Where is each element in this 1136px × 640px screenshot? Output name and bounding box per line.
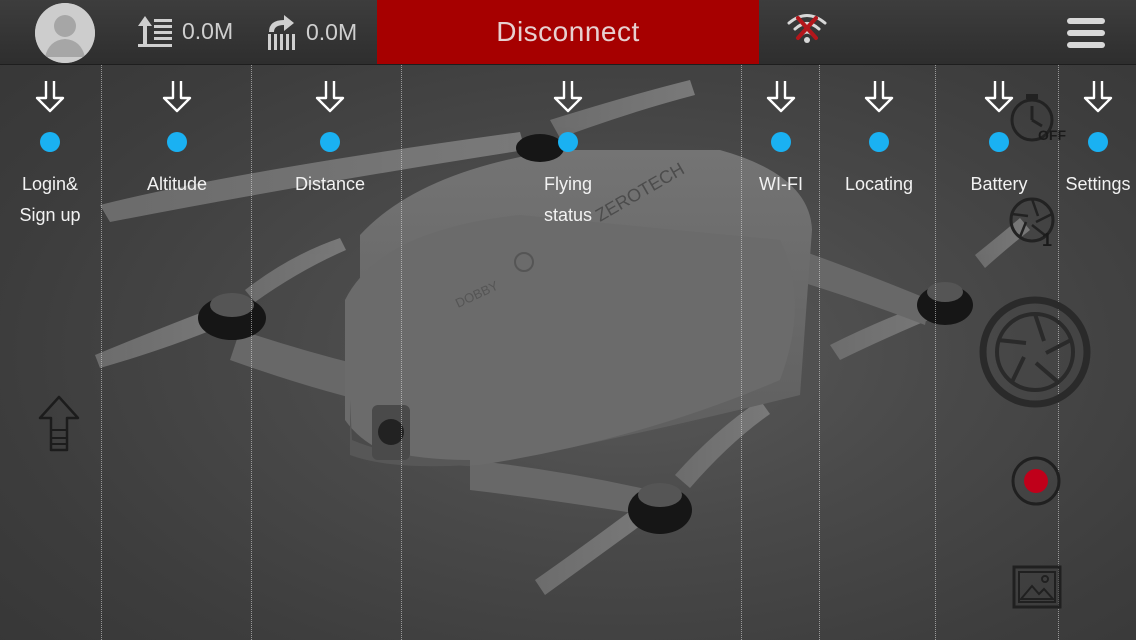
top-status-bar: 0.0M 0.0M Disconnect <box>0 0 1136 65</box>
wifi-status-button[interactable] <box>785 10 829 51</box>
guide-line <box>101 0 102 640</box>
guide-distance: Distance <box>280 78 380 200</box>
guide-dot <box>989 132 1009 152</box>
burst-count: 1 <box>1042 230 1052 250</box>
guide-wifi: WI-FI <box>731 78 831 200</box>
guide-dot <box>1088 132 1108 152</box>
down-arrow-icon <box>766 81 796 113</box>
timer-button[interactable]: OFF <box>1008 92 1070 151</box>
guide-dot <box>320 132 340 152</box>
guide-login: Login& Sign up <box>0 78 100 231</box>
takeoff-button[interactable] <box>36 394 82 459</box>
altitude-value: 0.0M <box>182 17 234 44</box>
guide-dot <box>558 132 578 152</box>
guide-dot <box>40 132 60 152</box>
takeoff-arrow-icon <box>38 395 80 452</box>
down-arrow-icon <box>35 81 65 113</box>
gallery-icon <box>1012 565 1062 609</box>
avatar-button[interactable] <box>35 3 95 63</box>
guide-line <box>401 0 402 640</box>
guide-line <box>935 0 936 640</box>
altitude-readout: 0.0M <box>136 14 233 48</box>
guide-dot <box>771 132 791 152</box>
camera-view: ZEROTECH DOBBY 0.0M 0.0M Disconnect Logi… <box>0 0 1136 640</box>
guide-label: Login& Sign up <box>19 174 81 225</box>
down-arrow-icon <box>864 81 894 113</box>
disconnect-button[interactable]: Disconnect <box>377 0 759 64</box>
settings-menu-button[interactable] <box>1066 17 1110 51</box>
gallery-button[interactable] <box>1012 565 1062 614</box>
distance-readout: 0.0M <box>266 14 357 50</box>
timer-off-icon: OFF <box>1010 94 1066 143</box>
altitude-icon <box>138 16 172 47</box>
user-avatar-icon <box>35 3 95 63</box>
guide-locating: Locating <box>829 78 929 200</box>
down-arrow-icon <box>162 81 192 113</box>
timer-badge: OFF <box>1038 127 1066 143</box>
guide-label: Flying status <box>543 174 593 225</box>
shutter-icon <box>979 296 1091 408</box>
photo-mode-icon: 1 <box>1009 197 1055 250</box>
guide-label: Altitude <box>146 174 208 194</box>
shutter-button[interactable] <box>978 295 1092 414</box>
guide-label: Distance <box>294 174 366 194</box>
record-button[interactable] <box>1010 455 1062 512</box>
down-arrow-icon <box>1083 81 1113 113</box>
guide-label: Locating <box>844 174 914 194</box>
guide-label: WI-FI <box>759 174 803 194</box>
guide-dot <box>869 132 889 152</box>
guide-flying-status: Flying status <box>518 78 618 231</box>
down-arrow-icon <box>315 81 345 113</box>
guide-line <box>251 0 252 640</box>
record-icon <box>1011 456 1061 506</box>
distance-icon <box>268 15 295 50</box>
wifi-disconnected-icon <box>787 14 827 43</box>
guide-dot <box>167 132 187 152</box>
photo-mode-button[interactable]: 1 <box>1008 196 1062 255</box>
distance-value: 0.0M <box>306 18 358 45</box>
guide-altitude: Altitude <box>127 78 227 200</box>
down-arrow-icon <box>553 81 583 113</box>
